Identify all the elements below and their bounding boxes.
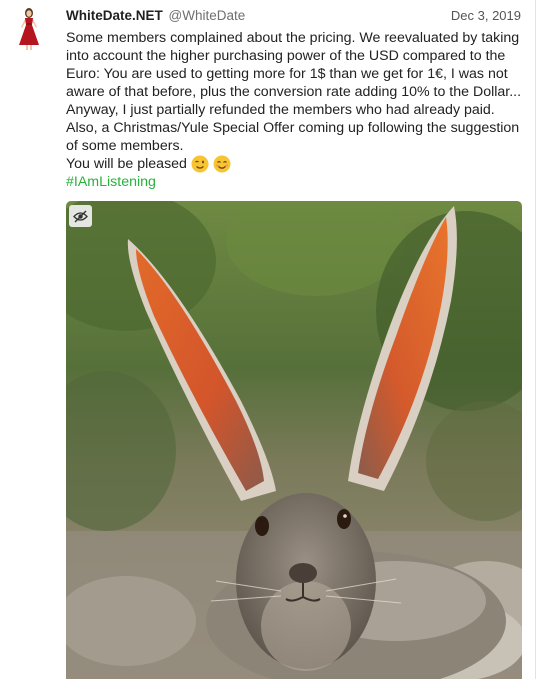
display-name[interactable]: WhiteDate.NET <box>66 8 163 23</box>
post-paragraph: Some members complained about the pricin… <box>66 30 522 154</box>
media-attachment[interactable] <box>66 201 522 679</box>
post-line: You will be pleased <box>66 155 524 173</box>
account-handle[interactable]: @WhiteDate <box>169 8 246 23</box>
post-content: Some members complained about the pricin… <box>66 29 524 191</box>
smiling-face-icon <box>213 155 231 173</box>
hashtag-link[interactable]: #IAmListening <box>66 173 524 191</box>
post-date[interactable]: Dec 3, 2019 <box>451 6 521 26</box>
eye-slash-icon <box>73 210 88 222</box>
avatar[interactable] <box>14 7 44 51</box>
rabbit-photo <box>66 201 522 679</box>
avatar-figure-icon <box>19 8 39 50</box>
post-paragraph: You will be pleased <box>66 156 187 172</box>
winking-face-icon <box>191 155 209 173</box>
post-header: WhiteDate.NET @WhiteDate Dec 3, 2019 <box>66 6 521 26</box>
hide-media-toggle[interactable] <box>69 205 92 227</box>
status-post: WhiteDate.NET @WhiteDate Dec 3, 2019 Som… <box>0 0 536 679</box>
